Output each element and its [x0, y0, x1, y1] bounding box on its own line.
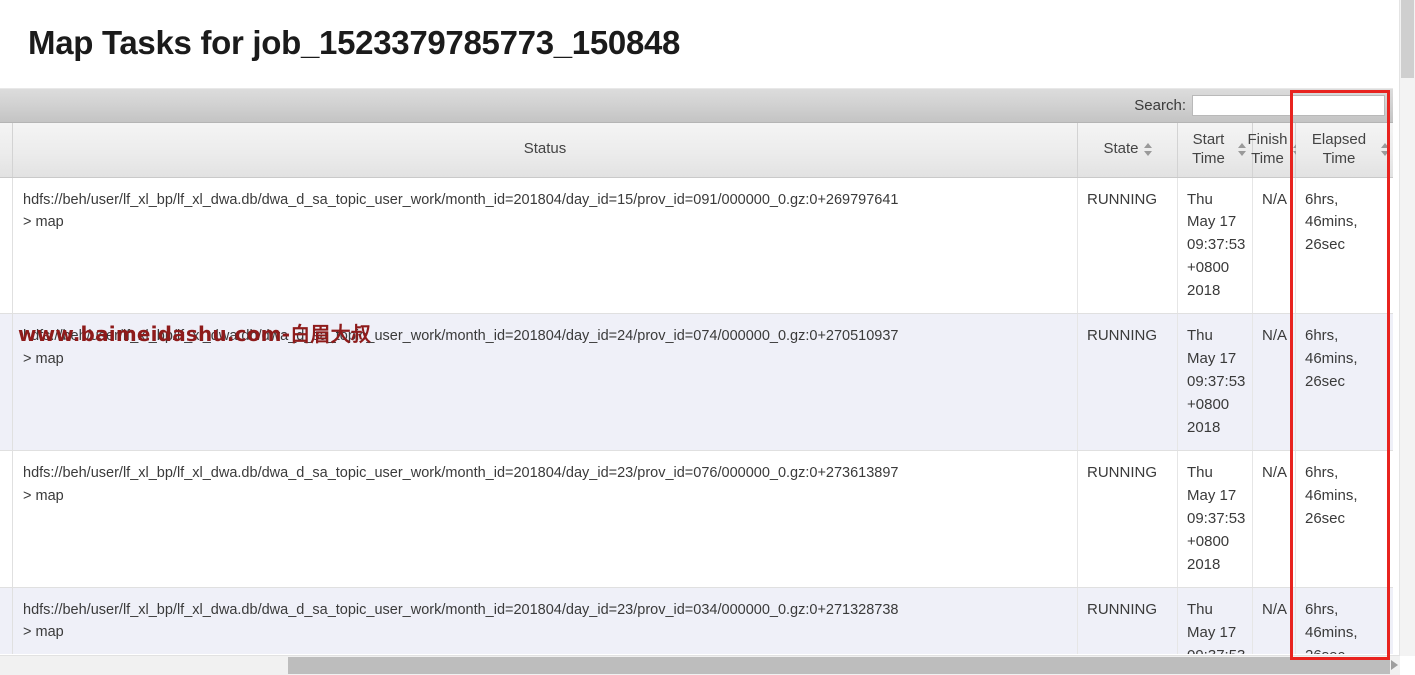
- cell-finish-time: N/A: [1252, 177, 1296, 315]
- cell-state: RUNNING: [1077, 587, 1178, 654]
- cell-status: hdfs://beh/user/lf_xl_bp/lf_xl_dwa.db/dw…: [12, 177, 1078, 315]
- sort-icon[interactable]: [1381, 143, 1389, 157]
- table-row[interactable]: hdfs://beh/user/lf_xl_bp/lf_xl_dwa.db/dw…: [0, 587, 1393, 654]
- vertical-scrollbar[interactable]: [1399, 0, 1415, 656]
- column-header-status[interactable]: Status: [12, 123, 1078, 178]
- column-header-state-label: State: [1103, 140, 1139, 158]
- cell-finish-time: N/A: [1252, 313, 1296, 452]
- cell-status-path: hdfs://beh/user/lf_xl_bp/lf_xl_dwa.db/dw…: [23, 465, 899, 482]
- page-title: Map Tasks for job_1523379785773_150848: [28, 24, 681, 62]
- cell-status-path: hdfs://beh/user/lf_xl_bp/lf_xl_dwa.db/dw…: [23, 328, 899, 345]
- sort-icon[interactable]: [1143, 143, 1152, 157]
- column-header-start-time-label: Start Time: [1192, 131, 1225, 167]
- row-gutter-cell: [0, 177, 13, 315]
- cell-status: hdfs://beh/user/lf_xl_bp/lf_xl_dwa.db/dw…: [12, 450, 1078, 589]
- cell-elapsed-time: 6hrs, 46mins, 26sec: [1295, 177, 1393, 315]
- cell-finish-time: N/A: [1252, 587, 1296, 654]
- cell-status-map: > map: [23, 213, 64, 230]
- table-row[interactable]: hdfs://beh/user/lf_xl_bp/lf_xl_dwa.db/dw…: [0, 313, 1393, 452]
- cell-status-map: > map: [23, 624, 64, 641]
- cell-status-map: > map: [23, 487, 64, 504]
- search-label: Search:: [1134, 97, 1186, 114]
- cell-elapsed-time: 6hrs, 46mins, 26sec: [1295, 587, 1393, 654]
- column-header-start-time[interactable]: Start Time: [1177, 123, 1253, 178]
- row-gutter-cell: [0, 313, 13, 452]
- row-gutter-cell: [0, 587, 13, 654]
- horizontal-scrollbar-thumb[interactable]: [288, 657, 1390, 674]
- cell-elapsed-time: 6hrs, 46mins, 26sec: [1295, 450, 1393, 589]
- cell-state: RUNNING: [1077, 450, 1178, 589]
- table-toolbar: Search:: [0, 88, 1393, 123]
- search-input[interactable]: [1192, 95, 1385, 116]
- cell-elapsed-time: 6hrs, 46mins, 26sec: [1295, 313, 1393, 452]
- table-row[interactable]: hdfs://beh/user/lf_xl_bp/lf_xl_dwa.db/dw…: [0, 450, 1393, 589]
- column-header-status-label: Status: [523, 140, 567, 158]
- column-header-elapsed-time[interactable]: Elapsed Time: [1295, 123, 1393, 178]
- scroll-right-arrow-icon[interactable]: [1391, 660, 1398, 670]
- cell-start-time: Thu May 17 09:37:53 +0800 2018: [1177, 587, 1253, 654]
- cell-status: hdfs://beh/user/lf_xl_bp/lf_xl_dwa.db/dw…: [12, 587, 1078, 654]
- map-tasks-table: Status State Start Time Finish Time Elap…: [0, 123, 1393, 654]
- column-header-finish-time-label: Finish Time: [1247, 131, 1288, 167]
- column-header-elapsed-time-label: Elapsed Time: [1311, 131, 1367, 167]
- table-body: hdfs://beh/user/lf_xl_bp/lf_xl_dwa.db/dw…: [0, 177, 1393, 654]
- horizontal-scrollbar[interactable]: [0, 655, 1400, 675]
- sort-icon[interactable]: [1238, 143, 1246, 157]
- row-gutter-cell: [0, 450, 13, 589]
- cell-state: RUNNING: [1077, 177, 1178, 315]
- search-container: Search:: [1134, 93, 1385, 118]
- cell-state: RUNNING: [1077, 313, 1178, 452]
- cell-start-time: Thu May 17 09:37:53 +0800 2018: [1177, 313, 1253, 452]
- cell-start-time: Thu May 17 09:37:53 +0800 2018: [1177, 450, 1253, 589]
- table-row[interactable]: hdfs://beh/user/lf_xl_bp/lf_xl_dwa.db/dw…: [0, 177, 1393, 315]
- map-tasks-panel: Search: Status State Start Time Finish T…: [0, 88, 1393, 654]
- column-header-state[interactable]: State: [1077, 123, 1178, 178]
- table-header-row: Status State Start Time Finish Time Elap…: [0, 123, 1393, 178]
- cell-finish-time: N/A: [1252, 450, 1296, 589]
- vertical-scrollbar-thumb[interactable]: [1401, 0, 1414, 78]
- cell-start-time: Thu May 17 09:37:53 +0800 2018: [1177, 177, 1253, 315]
- column-header-gutter: [0, 123, 13, 178]
- cell-status-path: hdfs://beh/user/lf_xl_bp/lf_xl_dwa.db/dw…: [23, 191, 899, 208]
- cell-status: hdfs://beh/user/lf_xl_bp/lf_xl_dwa.db/dw…: [12, 313, 1078, 452]
- cell-status-path: hdfs://beh/user/lf_xl_bp/lf_xl_dwa.db/dw…: [23, 602, 899, 619]
- column-header-finish-time[interactable]: Finish Time: [1248, 123, 1301, 178]
- cell-status-map: > map: [23, 350, 64, 367]
- table-header: Status State Start Time Finish Time Elap…: [0, 123, 1393, 178]
